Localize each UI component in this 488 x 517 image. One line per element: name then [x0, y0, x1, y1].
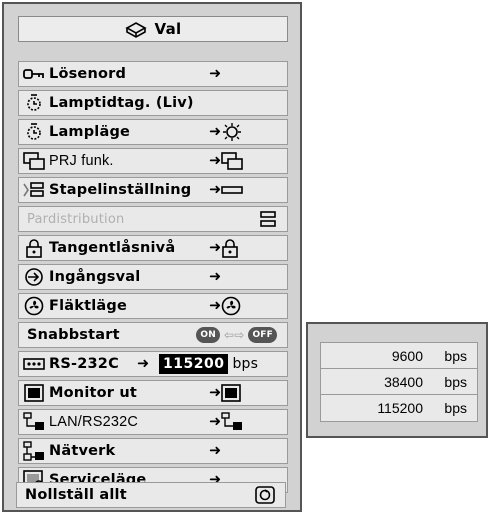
baud-option-115200[interactable]: 115200 bps — [320, 394, 478, 422]
submenu-arrow-icon: ➜ — [209, 178, 244, 202]
menu-item-label: PRJ funk. — [49, 153, 114, 169]
menu-item-pair-distribution: Pardistribution — [18, 206, 288, 232]
baud-rate-selected: 115200 — [159, 354, 229, 374]
lock-icon — [23, 238, 45, 258]
lock-small-icon — [222, 239, 239, 258]
submenu-arrow-icon: ➜ — [137, 356, 150, 372]
menu-item-lamp-mode[interactable]: Lampläge ➜ — [18, 119, 288, 145]
rs232c-icon — [23, 354, 45, 374]
submenu-arrow-icon: ➜ — [209, 120, 243, 144]
menu-item-label: LAN/RS232C — [49, 414, 139, 430]
baud-rate-panel: 9600 bps 38400 bps 115200 bps — [306, 322, 488, 438]
stack-bar-icon — [221, 186, 244, 194]
submenu-arrow-icon: ➜ — [209, 269, 222, 285]
menu-item-label: Lamptidtag. (Liv) — [49, 95, 194, 111]
submenu-arrow-icon: ➜ — [209, 236, 239, 260]
menu-item-input-select[interactable]: Ingångsval ➜ — [18, 264, 288, 290]
options-icon — [124, 22, 147, 38]
menu-item-label: Snabbstart — [27, 327, 120, 343]
baud-option-value: 115200 — [377, 400, 423, 416]
menu-item-quick-start[interactable]: Snabbstart ON ⇦⇨ OFF — [18, 322, 288, 348]
menu-item-password[interactable]: Lösenord ➜ — [18, 61, 288, 87]
lan-rs232c-icon — [23, 412, 45, 432]
menu-item-label: Tangentlåsnivå — [49, 240, 176, 256]
submenu-arrow-icon: ➜ — [209, 381, 242, 405]
baud-option-value: 9600 — [391, 348, 423, 364]
lamp-eco-icon — [223, 123, 242, 141]
fan-small-icon — [222, 296, 241, 316]
lamp-timer-icon — [23, 93, 45, 113]
submenu-arrow-icon: ➜ — [209, 149, 244, 173]
menu-item-label: Stapelinställning — [49, 182, 192, 198]
pair-distribution-icon — [259, 207, 277, 231]
network-icon — [23, 441, 45, 461]
options-menu-panel: Val Lösenord ➜ Lamptidtag. (Liv) Lampläg… — [2, 2, 302, 512]
menu-title: Val — [18, 16, 288, 42]
menu-item-network[interactable]: Nätverk ➜ — [18, 438, 288, 464]
prj-function-icon — [23, 151, 45, 171]
baud-rate-value[interactable]: 115200 bps — [159, 352, 258, 376]
on-option-icon[interactable]: ON — [196, 327, 220, 343]
baud-option-38400[interactable]: 38400 bps — [320, 368, 478, 396]
lamp-icon — [23, 122, 45, 142]
menu-item-label: Nollställ allt — [25, 487, 127, 503]
input-select-icon — [23, 267, 45, 287]
menu-item-monitor-out[interactable]: Monitor ut ➜ — [18, 380, 288, 406]
baud-option-9600[interactable]: 9600 bps — [320, 342, 478, 370]
menu-item-label: Pardistribution — [27, 211, 125, 227]
baud-option-value: 38400 — [384, 374, 423, 390]
submenu-arrow-icon: ➜ — [209, 66, 222, 82]
submenu-arrow-icon: ➜ — [209, 410, 243, 434]
lan-rs232c-small-icon — [221, 412, 243, 430]
monitor-out-small-icon — [221, 384, 242, 402]
menu-item-key-lock-level[interactable]: Tangentlåsnivå ➜ — [18, 235, 288, 261]
reset-icon[interactable] — [255, 483, 275, 507]
monitor-out-icon — [23, 383, 45, 403]
menu-item-label: Lösenord — [49, 66, 127, 82]
menu-item-label: Fläktläge — [49, 298, 128, 314]
menu-item-label: Monitor ut — [49, 385, 138, 401]
baud-option-unit: bps — [444, 400, 467, 416]
prj-function-small-icon — [221, 152, 244, 170]
toggle-arrows-icon: ⇦⇨ — [223, 328, 245, 342]
submenu-arrow-icon: ➜ — [209, 294, 241, 318]
menu-item-fan-mode[interactable]: Fläktläge ➜ — [18, 293, 288, 319]
menu-item-stack-setting[interactable]: Stapelinställning ➜ — [18, 177, 288, 203]
off-option-icon[interactable]: OFF — [248, 327, 277, 343]
menu-item-lan-rs232c[interactable]: LAN/RS232C ➜ — [18, 409, 288, 435]
quick-start-toggle[interactable]: ON ⇦⇨ OFF — [196, 323, 277, 347]
menu-item-rs232c[interactable]: RS-232C ➜ 115200 bps — [18, 351, 288, 377]
menu-item-reset-all[interactable]: Nollställ allt — [16, 482, 286, 508]
stack-setting-icon — [23, 180, 45, 200]
menu-item-label: Ingångsval — [49, 269, 141, 285]
menu-title-text: Val — [154, 20, 182, 38]
menu-item-label: RS-232C — [49, 356, 119, 372]
menu-item-label: Lampläge — [49, 124, 131, 140]
submenu-arrow-icon: ➜ — [209, 443, 222, 459]
fan-icon — [23, 296, 45, 316]
baud-option-unit: bps — [444, 374, 467, 390]
menu-item-prj-function[interactable]: PRJ funk. ➜ — [18, 148, 288, 174]
password-key-icon — [23, 64, 45, 84]
menu-item-label: Nätverk — [49, 443, 116, 459]
menu-item-lamp-timer[interactable]: Lamptidtag. (Liv) — [18, 90, 288, 116]
baud-option-unit: bps — [444, 348, 467, 364]
baud-rate-unit: bps — [232, 356, 259, 372]
